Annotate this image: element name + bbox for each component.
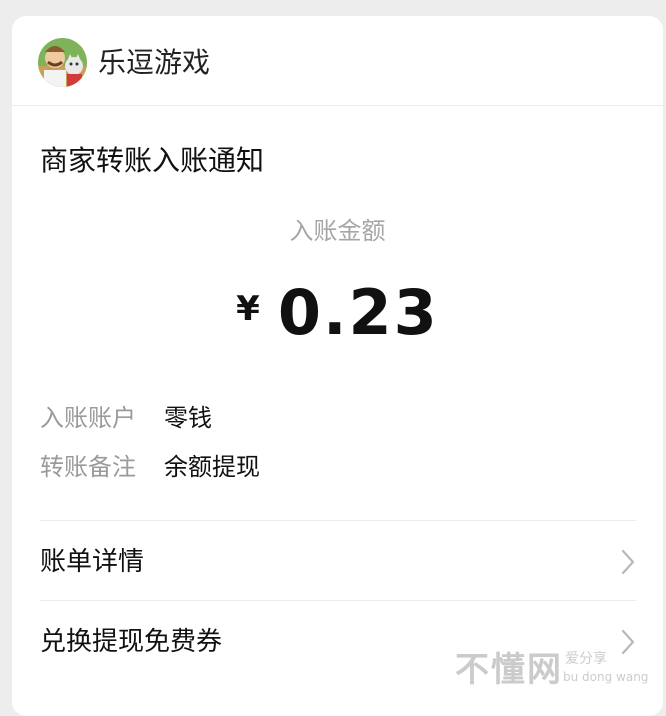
detail-row-account: 入账账户 零钱 [40, 402, 212, 434]
chevron-right-icon [621, 629, 635, 655]
app-avatar[interactable] [38, 38, 87, 87]
detail-key: 转账备注 [40, 453, 136, 481]
notification-card: 乐逗游戏 商家转账入账通知 入账金额 ¥0.23 入账账户 零钱 转账备注 余额提现… [12, 16, 663, 716]
detail-value: 零钱 [164, 404, 212, 432]
detail-value: 余额提现 [164, 453, 260, 481]
link-label[interactable]: 兑换提现免费券 [40, 626, 222, 658]
divider [40, 600, 636, 601]
link-label[interactable]: 账单详情 [40, 546, 144, 578]
chevron-right-icon [621, 549, 635, 575]
bill-details-link[interactable]: 账单详情 [40, 542, 636, 582]
detail-key: 入账账户 [40, 404, 136, 432]
game-character-avatar-icon [38, 38, 87, 87]
divider [40, 520, 636, 521]
voucher-link[interactable]: 兑换提现免费券 [40, 622, 636, 662]
currency-symbol: ¥ [236, 289, 260, 329]
app-name[interactable]: 乐逗游戏 [98, 46, 210, 80]
amount-value: 0.23 [277, 276, 439, 349]
amount-display: ¥0.23 [12, 278, 663, 364]
notice-title: 商家转账入账通知 [40, 144, 265, 177]
detail-row-remark: 转账备注 余额提现 [40, 451, 260, 483]
amount-label: 入账金额 [289, 217, 386, 245]
card-header[interactable]: 乐逗游戏 [12, 16, 663, 106]
